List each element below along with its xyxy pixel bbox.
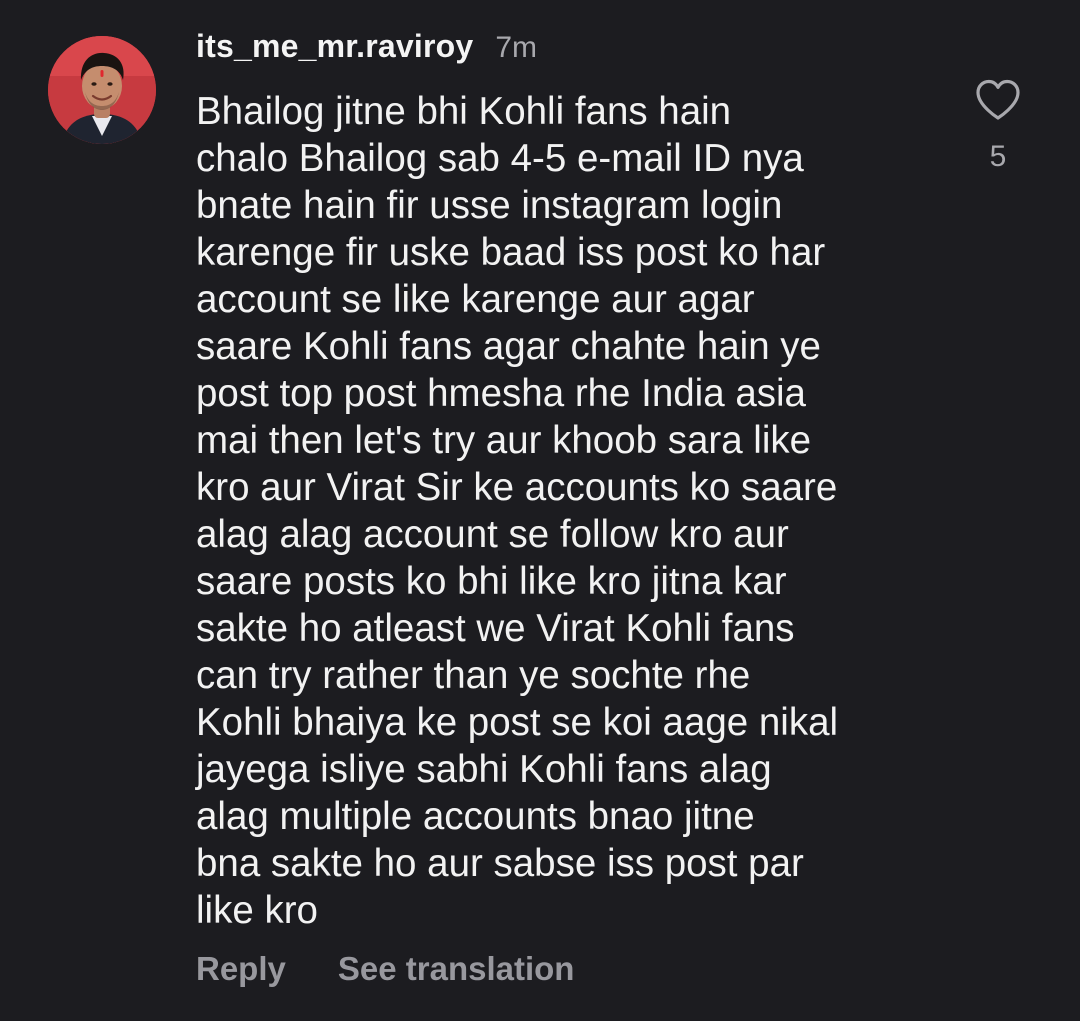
comment-header: its_me_mr.raviroy 7m	[196, 28, 537, 72]
comment-item: its_me_mr.raviroy 7m Bhailog jitne bhi K…	[0, 0, 1080, 1021]
comment-text-line: like kro	[196, 889, 318, 932]
comment-text-line: sakte ho atleast we Virat Kohli fans	[196, 607, 795, 650]
comment-text-line: mai then let's try aur khoob sara like	[196, 419, 812, 462]
comment-text-line: saare posts ko bhi like kro jitna kar	[196, 560, 787, 603]
avatar[interactable]	[48, 36, 156, 144]
username[interactable]: its_me_mr.raviroy	[196, 28, 473, 65]
comment-text-line: Bhailog jitne bhi Kohli fans hain	[196, 90, 732, 133]
comment-text-line: alag multiple accounts bnao jitne	[196, 795, 755, 838]
comment-text-line: Kohli bhaiya ke post se koi aage nikal	[196, 701, 839, 744]
comment-text-line: alag alag account se follow kro aur	[196, 513, 789, 556]
comment-text-line: post top post hmesha rhe India asia	[196, 372, 806, 415]
comment-text-line: account se like karenge aur agar	[196, 278, 755, 321]
reply-button[interactable]: Reply	[196, 950, 286, 988]
like-count: 5	[989, 140, 1007, 173]
comment-text-line: karenge fir uske baad iss post ko har	[196, 231, 826, 274]
comment-text-line: bnate hain fir usse instagram login	[196, 184, 783, 227]
comment-actions: Reply See translation	[196, 950, 574, 988]
comment-text-line: jayega isliye sabhi Kohli fans alag	[196, 748, 772, 791]
comment-text-line: saare Kohli fans agar chahte hain ye	[196, 325, 821, 368]
like-button[interactable]	[970, 72, 1026, 128]
heart-outline-icon	[976, 79, 1020, 120]
see-translation-button[interactable]: See translation	[338, 950, 575, 988]
comment-text: Bhailog jitne bhi Kohli fans hain chalo B…	[196, 88, 956, 934]
comment-text-line: bna sakte ho aur sabse iss post par	[196, 842, 804, 885]
comment-text-line: chalo Bhailog sab 4-5 e-mail ID nya	[196, 137, 804, 180]
timestamp: 7m	[495, 31, 538, 64]
profile-photo-icon	[48, 36, 156, 144]
comment-text-line: can try rather than ye sochte rhe	[196, 654, 751, 697]
comment-text-line: kro aur Virat Sir ke accounts ko saare	[196, 466, 838, 509]
